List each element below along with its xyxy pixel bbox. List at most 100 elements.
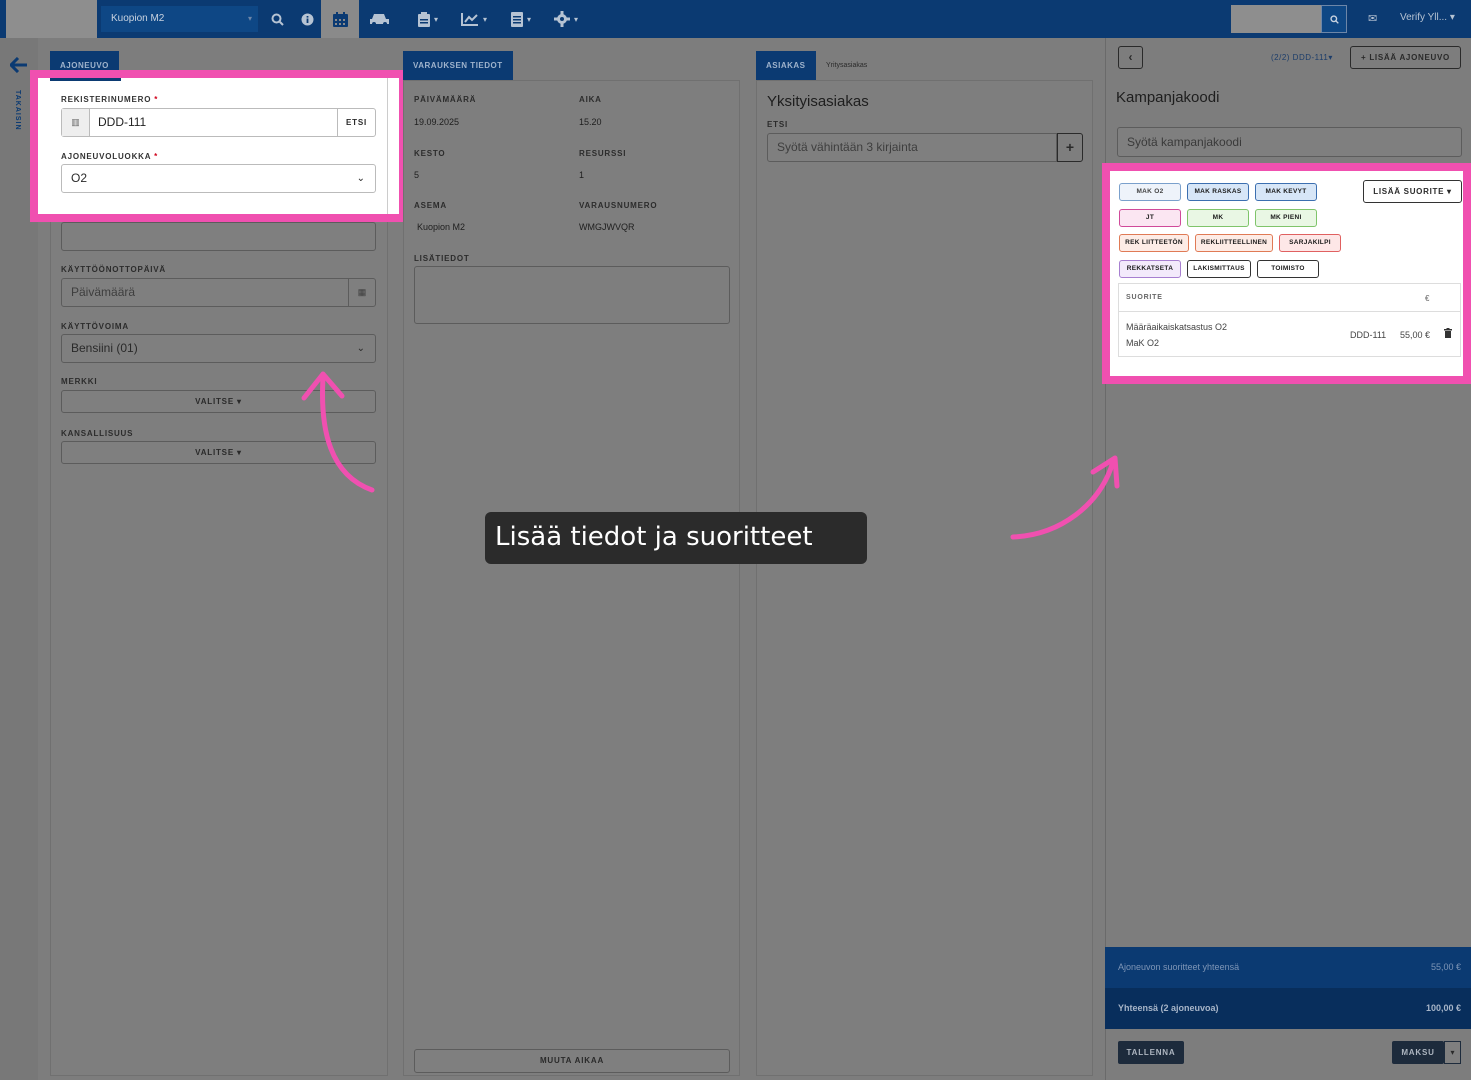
add-service-button[interactable]: LISÄÄ SUORITE ▾: [1363, 180, 1462, 203]
vehicle-nav-dropdown[interactable]: (2/2) DDD-111▾: [1271, 53, 1333, 62]
service-name: Määräaikaiskatsastus O2: [1126, 322, 1228, 332]
tag-rekkatseta[interactable]: REKKATSETA: [1119, 260, 1181, 278]
tag-mak-raskas[interactable]: MAK RASKAS: [1187, 183, 1249, 201]
reg-input[interactable]: DDD-111: [98, 109, 146, 136]
grand-total-value: 100,00 €: [1425, 1003, 1461, 1013]
customer-search-input[interactable]: Syötä vähintään 3 kirjainta: [767, 133, 1057, 162]
date-placeholder: Päivämäärä: [71, 285, 136, 299]
fuel-select[interactable]: Bensiini (01) ⌄: [61, 334, 376, 363]
customer-panel: [756, 80, 1093, 1076]
fuel-value: Bensiini (01): [71, 341, 138, 355]
pay-button[interactable]: MAKSU: [1392, 1041, 1444, 1064]
tab-booking[interactable]: VARAUKSEN TIEDOT: [403, 51, 513, 81]
service-subtitle: MaK O2: [1126, 338, 1160, 348]
add-customer-button[interactable]: +: [1057, 133, 1083, 162]
class-label: AJONEUVOLUOKKA *: [61, 152, 158, 161]
tag-mk-pieni[interactable]: MK PIENI: [1255, 209, 1317, 227]
campaign-code-input[interactable]: Syötä kampanjakoodi: [1117, 127, 1462, 157]
fuel-label: KÄYTTÖVOIMA: [61, 322, 129, 331]
location-label: Kuopion M2: [111, 13, 165, 24]
tag-rek-liitteeton[interactable]: REK LIITTEETÖN: [1119, 234, 1189, 252]
tag-mk[interactable]: MK: [1187, 209, 1249, 227]
global-search-input[interactable]: [1231, 5, 1321, 33]
add-vehicle-button[interactable]: + LISÄÄ AJONEUVO: [1350, 46, 1461, 69]
nationality-button-label: VALITSE: [195, 448, 234, 457]
top-navbar: Kuopion M2 ▾ ▾ ▾ ▾ ▾ ✉ Verify Yll... ▾: [0, 0, 1471, 38]
save-button[interactable]: TALLENNA: [1118, 1041, 1184, 1064]
customer-type-title: Yksityisasiakas: [767, 93, 869, 110]
vin-input[interactable]: [61, 222, 376, 251]
station-value: Kuopion M2: [417, 222, 466, 232]
global-search-button[interactable]: [1321, 5, 1347, 33]
customer-search-placeholder: Syötä vähintään 3 kirjainta: [777, 140, 918, 154]
chevron-down-icon: ▾: [1450, 1048, 1455, 1057]
service-reg: DDD-111: [1350, 330, 1387, 340]
car-icon[interactable]: [366, 0, 394, 38]
search-icon[interactable]: [266, 0, 288, 38]
date-input[interactable]: Päivämäärä ▦: [61, 278, 376, 307]
back-arrow-icon[interactable]: [8, 56, 28, 79]
tag-mak-kevyt[interactable]: MAK KEVYT: [1255, 183, 1317, 201]
resource-value: 1: [579, 170, 585, 180]
barcode-icon[interactable]: ▥: [62, 109, 90, 136]
tab-underline: [50, 78, 121, 81]
user-name: Verify Yll...: [1400, 12, 1448, 23]
chevron-down-icon: ▾: [247, 14, 252, 23]
brand-label: MERKKI: [61, 377, 98, 386]
class-value: O2: [71, 171, 88, 185]
search-reg-button[interactable]: ETSI: [337, 109, 375, 136]
chevron-down-icon: ⌄: [356, 173, 365, 184]
change-time-button[interactable]: MUUTA AIKAA: [414, 1049, 730, 1073]
grand-total-label: Yhteensä (2 ajoneuvoa): [1118, 1003, 1219, 1013]
vehicle-total-bar: Ajoneuvon suoritteet yhteensä 55,00 €: [1105, 947, 1471, 988]
user-menu[interactable]: Verify Yll... ▾: [1400, 12, 1455, 23]
location-select[interactable]: Kuopion M2 ▾: [101, 6, 258, 32]
mail-icon[interactable]: ✉: [1368, 12, 1377, 25]
booking-time-label: AIKA: [579, 95, 602, 104]
trash-icon[interactable]: [1444, 328, 1452, 341]
back-label[interactable]: TAKAISIN: [14, 90, 21, 131]
search-icon: [1329, 14, 1339, 24]
scroll-divider: [387, 78, 388, 214]
tag-rekliitteellinen[interactable]: REKLIITTEELLINEN: [1195, 234, 1273, 252]
gear-icon[interactable]: ▾: [548, 0, 584, 38]
document-icon[interactable]: ▾: [504, 0, 538, 38]
class-select[interactable]: O2 ⌄: [61, 164, 376, 193]
services-table-header: SUORITE €: [1119, 284, 1460, 312]
highlight-vehicle-area: REKISTERINUMERO * ▥ DDD-111 ETSI AJONEUV…: [38, 78, 399, 214]
reg-label: REKISTERINUMERO *: [61, 95, 159, 104]
clipboard-icon[interactable]: ▾: [410, 0, 446, 38]
extra-info-textarea[interactable]: [414, 266, 730, 324]
duration-value: 5: [414, 170, 420, 180]
brand-button-label: VALITSE: [195, 397, 234, 406]
calendar-icon[interactable]: ▦: [348, 279, 375, 306]
currency-column-header: €: [1425, 294, 1430, 303]
tab-customer[interactable]: ASIAKAS: [756, 51, 816, 81]
vehicle-total-label: Ajoneuvon suoritteet yhteensä: [1118, 962, 1240, 972]
prev-vehicle-button[interactable]: ‹: [1118, 46, 1143, 69]
reg-input-group: ▥ DDD-111 ETSI: [61, 108, 376, 137]
tab-company-customer[interactable]: Yritysasiakas: [826, 62, 867, 69]
curved-arrow-left: [301, 371, 375, 493]
pay-options-dropdown[interactable]: ▾: [1444, 1041, 1461, 1064]
info-icon[interactable]: [296, 0, 318, 38]
calendar-icon[interactable]: [321, 0, 359, 38]
tag-toimisto[interactable]: TOIMISTO: [1257, 260, 1319, 278]
booking-date-label: PÄIVÄMÄÄRÄ: [414, 95, 477, 104]
vehicle-total-value: 55,00 €: [1430, 962, 1461, 972]
tag-jt[interactable]: JT: [1119, 209, 1181, 227]
chart-icon[interactable]: ▾: [456, 0, 492, 38]
app-logo[interactable]: [6, 0, 97, 38]
customer-search-label: ETSI: [767, 120, 788, 129]
nationality-label: KANSALLISUUS: [61, 429, 134, 438]
highlight-services-area: MAK O2 MAK RASKAS MAK KEVYT JT MK MK PIE…: [1110, 171, 1463, 376]
vehicle-nav-info: (2/2) DDD-111: [1271, 53, 1329, 62]
booking-date-value: 19.09.2025: [414, 117, 460, 127]
date-label: KÄYTTÖÖNOTTOPÄIVÄ: [61, 265, 167, 274]
curved-arrow-right: [1010, 455, 1120, 540]
services-table: SUORITE € Määräaikaiskatsastus O2 MaK O2…: [1118, 283, 1461, 357]
tag-mak-o2[interactable]: MAK O2: [1119, 183, 1181, 201]
tag-sarjakilpi[interactable]: SARJAKILPI: [1279, 234, 1341, 252]
station-label: ASEMA: [414, 201, 447, 210]
tag-lakismittaus[interactable]: LAKISMITTAUS: [1187, 260, 1251, 278]
